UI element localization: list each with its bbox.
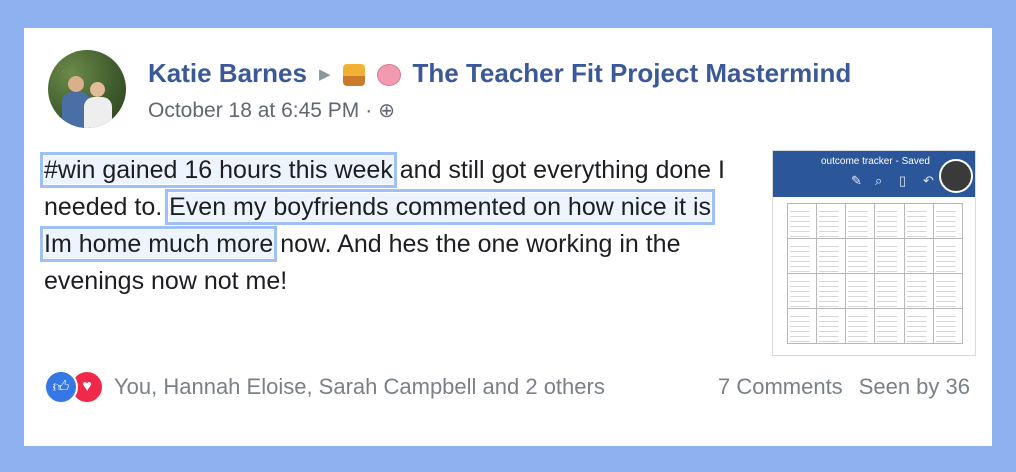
post-meta: October 18 at 6:45 PM · ⊕ [148, 98, 395, 123]
globe-icon[interactable]: ⊕ [378, 98, 395, 123]
teacher-emoji-icon [342, 63, 365, 86]
post-body: #win gained 16 hours this week and still… [39, 152, 744, 300]
pen-icon: ✎ [851, 173, 862, 188]
document-icon: ▯ [899, 173, 907, 188]
reaction-names[interactable]: You, Hannah Eloise, Sarah Campbell and 2… [114, 374, 605, 400]
post-stats: 7 Comments Seen by 36 [718, 374, 970, 400]
comments-count[interactable]: 7 Comments [718, 374, 843, 400]
undo-icon: ↶ [923, 173, 934, 188]
avatar-face-left [68, 76, 84, 92]
seen-count[interactable]: Seen by 36 [859, 374, 970, 400]
right-triangle-icon: ▶ [318, 65, 331, 83]
highlighted-text: #win gained 16 hours this week [40, 152, 397, 188]
search-icon: ⌕ [875, 173, 883, 188]
thumbs-up-icon: 👍︎ [44, 370, 78, 404]
attachment-image[interactable]: outcome tracker - Saved ✎ ⌕ ▯ ↶ [772, 150, 976, 356]
author-avatar[interactable] [48, 50, 126, 128]
post-header: Katie Barnes ▶ The Teacher Fit Project M… [148, 58, 851, 89]
reaction-summary[interactable]: 👍︎ ♥ You, Hannah Eloise, Sarah Campbell … [44, 370, 605, 404]
document-title: outcome tracker - Saved [821, 156, 930, 167]
brain-emoji-icon [376, 63, 401, 86]
avatar-figure-right [84, 97, 112, 128]
author-name[interactable]: Katie Barnes [148, 58, 307, 89]
post-timestamp[interactable]: October 18 at 6:45 PM [148, 99, 359, 123]
post-card: Katie Barnes ▶ The Teacher Fit Project M… [24, 28, 992, 446]
avatar-face-right [90, 82, 105, 97]
meta-separator: · [365, 98, 373, 122]
document-titlebar: outcome tracker - Saved ✎ ⌕ ▯ ↶ [773, 151, 975, 197]
user-avatar [939, 159, 973, 193]
tracker-table [786, 203, 964, 344]
group-name[interactable]: The Teacher Fit Project Mastermind [413, 58, 852, 89]
